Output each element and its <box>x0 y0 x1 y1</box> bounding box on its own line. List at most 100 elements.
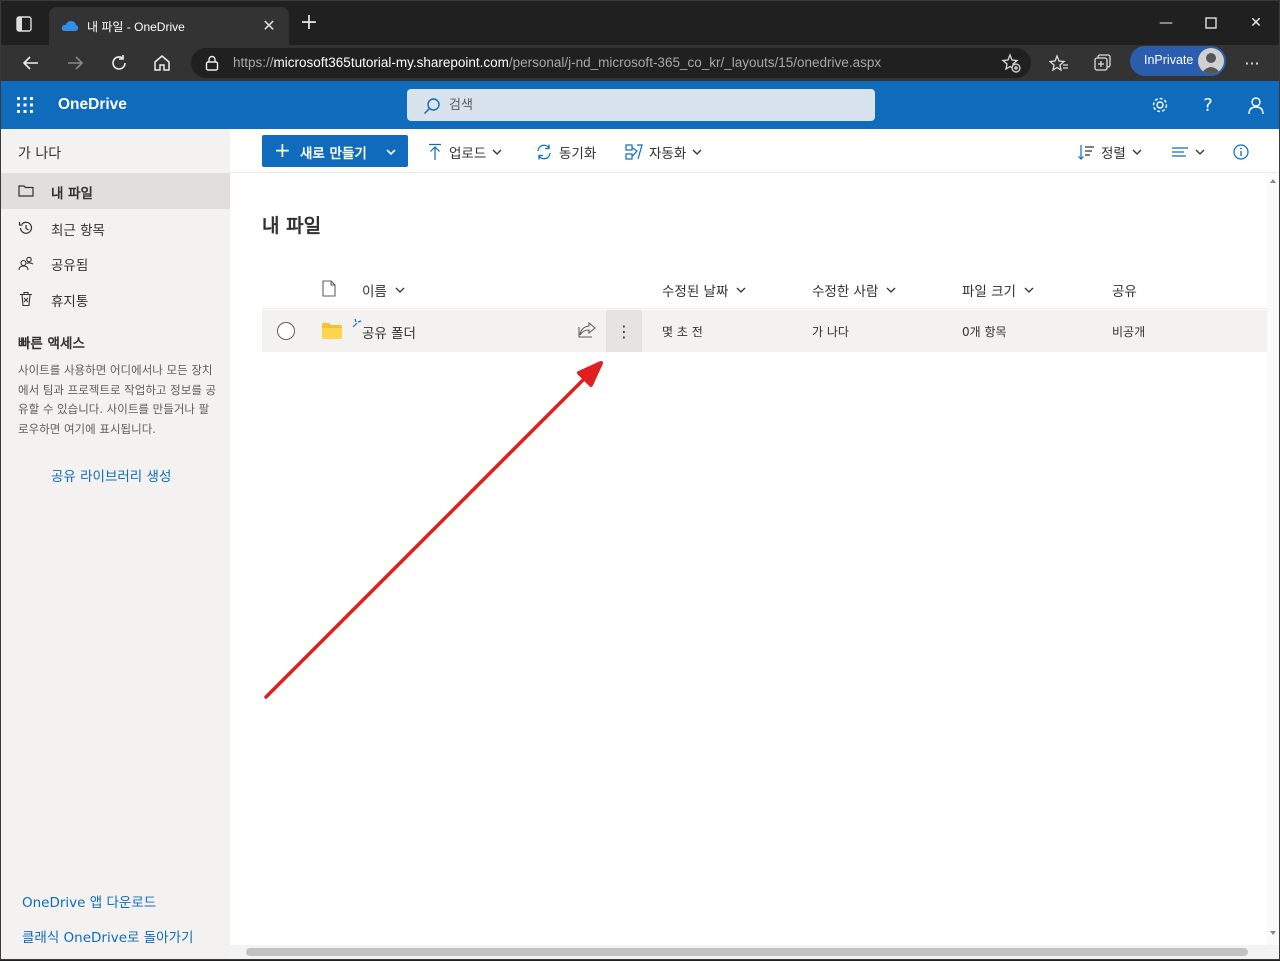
chevron-down-icon <box>692 149 702 155</box>
cell-sharing[interactable]: 비공개 <box>1112 323 1145 340</box>
chevron-down-icon <box>1195 149 1205 155</box>
sidebar-item-shared[interactable]: 공유됨 <box>1 245 230 281</box>
sidebar-item-recent[interactable]: 최근 항목 <box>1 210 230 246</box>
share-icon[interactable] <box>578 321 596 342</box>
sidebar-item-label: 최근 항목 <box>51 223 105 239</box>
cell-modified-by[interactable]: 가 나다 <box>812 323 849 340</box>
new-button-label: 새로 만들기 <box>300 146 367 162</box>
column-modified-label: 수정된 날짜 <box>662 284 729 300</box>
more-actions-button[interactable]: ⋮ <box>606 310 642 352</box>
inprivate-avatar-icon <box>1198 48 1224 74</box>
sidebar-item-my-files[interactable]: 내 파일 <box>1 173 230 209</box>
column-modified-by[interactable]: 수정한 사람 <box>812 280 896 300</box>
sidebar-item-label: 내 파일 <box>51 186 93 202</box>
info-icon[interactable] <box>1232 140 1250 164</box>
sidebar-item-label: 휴지통 <box>51 294 89 310</box>
app-launcher-icon[interactable] <box>17 97 33 113</box>
favorites-icon[interactable] <box>1045 49 1073 77</box>
column-name-label: 이름 <box>362 284 387 300</box>
main-content: 내 파일 이름 수정된 날짜 수정한 사람 파일 크기 공유 공유 폴더 ⋮ 몇… <box>230 173 1267 945</box>
maximize-icon[interactable] <box>1196 11 1226 35</box>
chevron-down-icon <box>395 287 405 293</box>
suite-header: OneDrive ? <box>1 81 1279 129</box>
column-modified[interactable]: 수정된 날짜 <box>662 280 746 300</box>
lock-icon[interactable] <box>205 55 219 75</box>
automate-icon <box>625 144 643 160</box>
scrollbar-thumb[interactable] <box>246 948 1248 956</box>
view-options-button[interactable] <box>1171 140 1205 164</box>
column-size-label: 파일 크기 <box>962 284 1016 300</box>
sync-icon <box>537 144 551 160</box>
sync-button[interactable]: 동기화 <box>535 140 596 164</box>
search-icon <box>423 97 441 119</box>
folder-icon <box>18 183 34 199</box>
create-shared-library-link[interactable]: 공유 라이브러리 생성 <box>51 465 171 485</box>
upload-button[interactable]: 업로드 <box>427 140 502 164</box>
sort-button[interactable]: 정렬 <box>1077 140 1142 164</box>
vertical-scrollbar[interactable] <box>1267 173 1279 945</box>
settings-icon[interactable] <box>1148 93 1172 117</box>
quick-access-description: 사이트를 사용하면 어디에서나 모든 장치에서 팀과 프로젝트로 작업하고 정보… <box>18 363 217 436</box>
file-type-icon[interactable] <box>322 280 336 297</box>
trash-icon <box>18 291 34 307</box>
brand-title[interactable]: OneDrive <box>58 96 127 114</box>
close-window-icon[interactable]: ✕ <box>1241 11 1271 35</box>
column-modified-by-label: 수정한 사람 <box>812 284 879 300</box>
chevron-down-icon <box>1132 149 1142 155</box>
more-menu-icon[interactable]: ··· <box>1238 49 1266 77</box>
column-sharing-label: 공유 <box>1112 284 1137 300</box>
upload-icon <box>429 143 441 160</box>
sort-label: 정렬 <box>1101 146 1126 162</box>
quick-access-title: 빠른 액세스 <box>18 336 85 352</box>
row-name[interactable]: 공유 폴더 <box>362 322 416 342</box>
classic-onedrive-link[interactable]: 클래식 OneDrive로 돌아가기 <box>22 926 193 946</box>
browser-tab[interactable]: 내 파일 - OneDrive ✕ <box>49 7 289 45</box>
back-icon[interactable] <box>17 49 45 77</box>
collections-icon[interactable] <box>1089 49 1117 77</box>
url-field[interactable]: https://microsoft365tutorial-my.sharepoi… <box>191 48 1031 78</box>
home-icon[interactable] <box>148 49 176 77</box>
folder-icon <box>322 323 342 343</box>
table-row[interactable]: 공유 폴더 ⋮ 몇 초 전 가 나다 0개 항목 비공개 <box>262 310 1267 352</box>
plus-icon: + <box>274 138 291 162</box>
sort-icon <box>1078 145 1094 160</box>
tab-bar: 내 파일 - OneDrive ✕ + — ✕ <box>1 1 1279 45</box>
account-icon[interactable] <box>1244 93 1268 117</box>
tab-actions-icon[interactable] <box>15 15 33 33</box>
page-title: 내 파일 <box>262 215 322 237</box>
people-icon <box>18 255 34 271</box>
command-bar: + 새로 만들기 업로드 동기화 자동화 정렬 <box>230 129 1279 173</box>
new-tab-icon[interactable]: + <box>297 11 321 35</box>
minimize-icon[interactable]: — <box>1151 11 1181 35</box>
automate-label: 자동화 <box>649 146 687 162</box>
help-icon[interactable]: ? <box>1196 93 1220 117</box>
column-name[interactable]: 이름 <box>362 280 405 300</box>
automate-button[interactable]: 자동화 <box>625 140 702 164</box>
sidebar-item-trash[interactable]: 휴지통 <box>1 281 230 317</box>
list-view-icon <box>1172 147 1188 157</box>
row-select-checkbox[interactable] <box>277 322 295 340</box>
forward-icon[interactable] <box>61 49 89 77</box>
new-button[interactable]: + 새로 만들기 <box>262 135 408 167</box>
column-sharing[interactable]: 공유 <box>1112 280 1137 300</box>
add-favorite-icon[interactable] <box>1001 53 1021 77</box>
history-icon <box>18 220 34 236</box>
horizontal-scrollbar[interactable] <box>230 945 1279 959</box>
chevron-down-icon <box>492 149 502 155</box>
inprivate-button[interactable]: InPrivate <box>1130 46 1226 76</box>
onedrive-cloud-icon <box>61 19 79 33</box>
refresh-icon[interactable] <box>105 49 133 77</box>
chevron-down-icon <box>736 287 746 293</box>
chevron-down-icon <box>886 287 896 293</box>
column-size[interactable]: 파일 크기 <box>962 280 1034 300</box>
browser-window: 내 파일 - OneDrive ✕ + — ✕ https://microsof… <box>0 0 1280 960</box>
download-app-link[interactable]: OneDrive 앱 다운로드 <box>22 891 156 911</box>
sync-label: 동기화 <box>559 146 597 162</box>
list-header: 이름 수정된 날짜 수정한 사람 파일 크기 공유 <box>262 269 1267 309</box>
tab-title: 내 파일 - OneDrive <box>87 20 185 34</box>
search-box[interactable] <box>407 89 875 121</box>
user-name: 가 나다 <box>18 146 62 162</box>
tab-close-icon[interactable]: ✕ <box>259 16 279 35</box>
cell-size: 0개 항목 <box>962 325 1007 339</box>
search-input[interactable] <box>449 89 849 121</box>
